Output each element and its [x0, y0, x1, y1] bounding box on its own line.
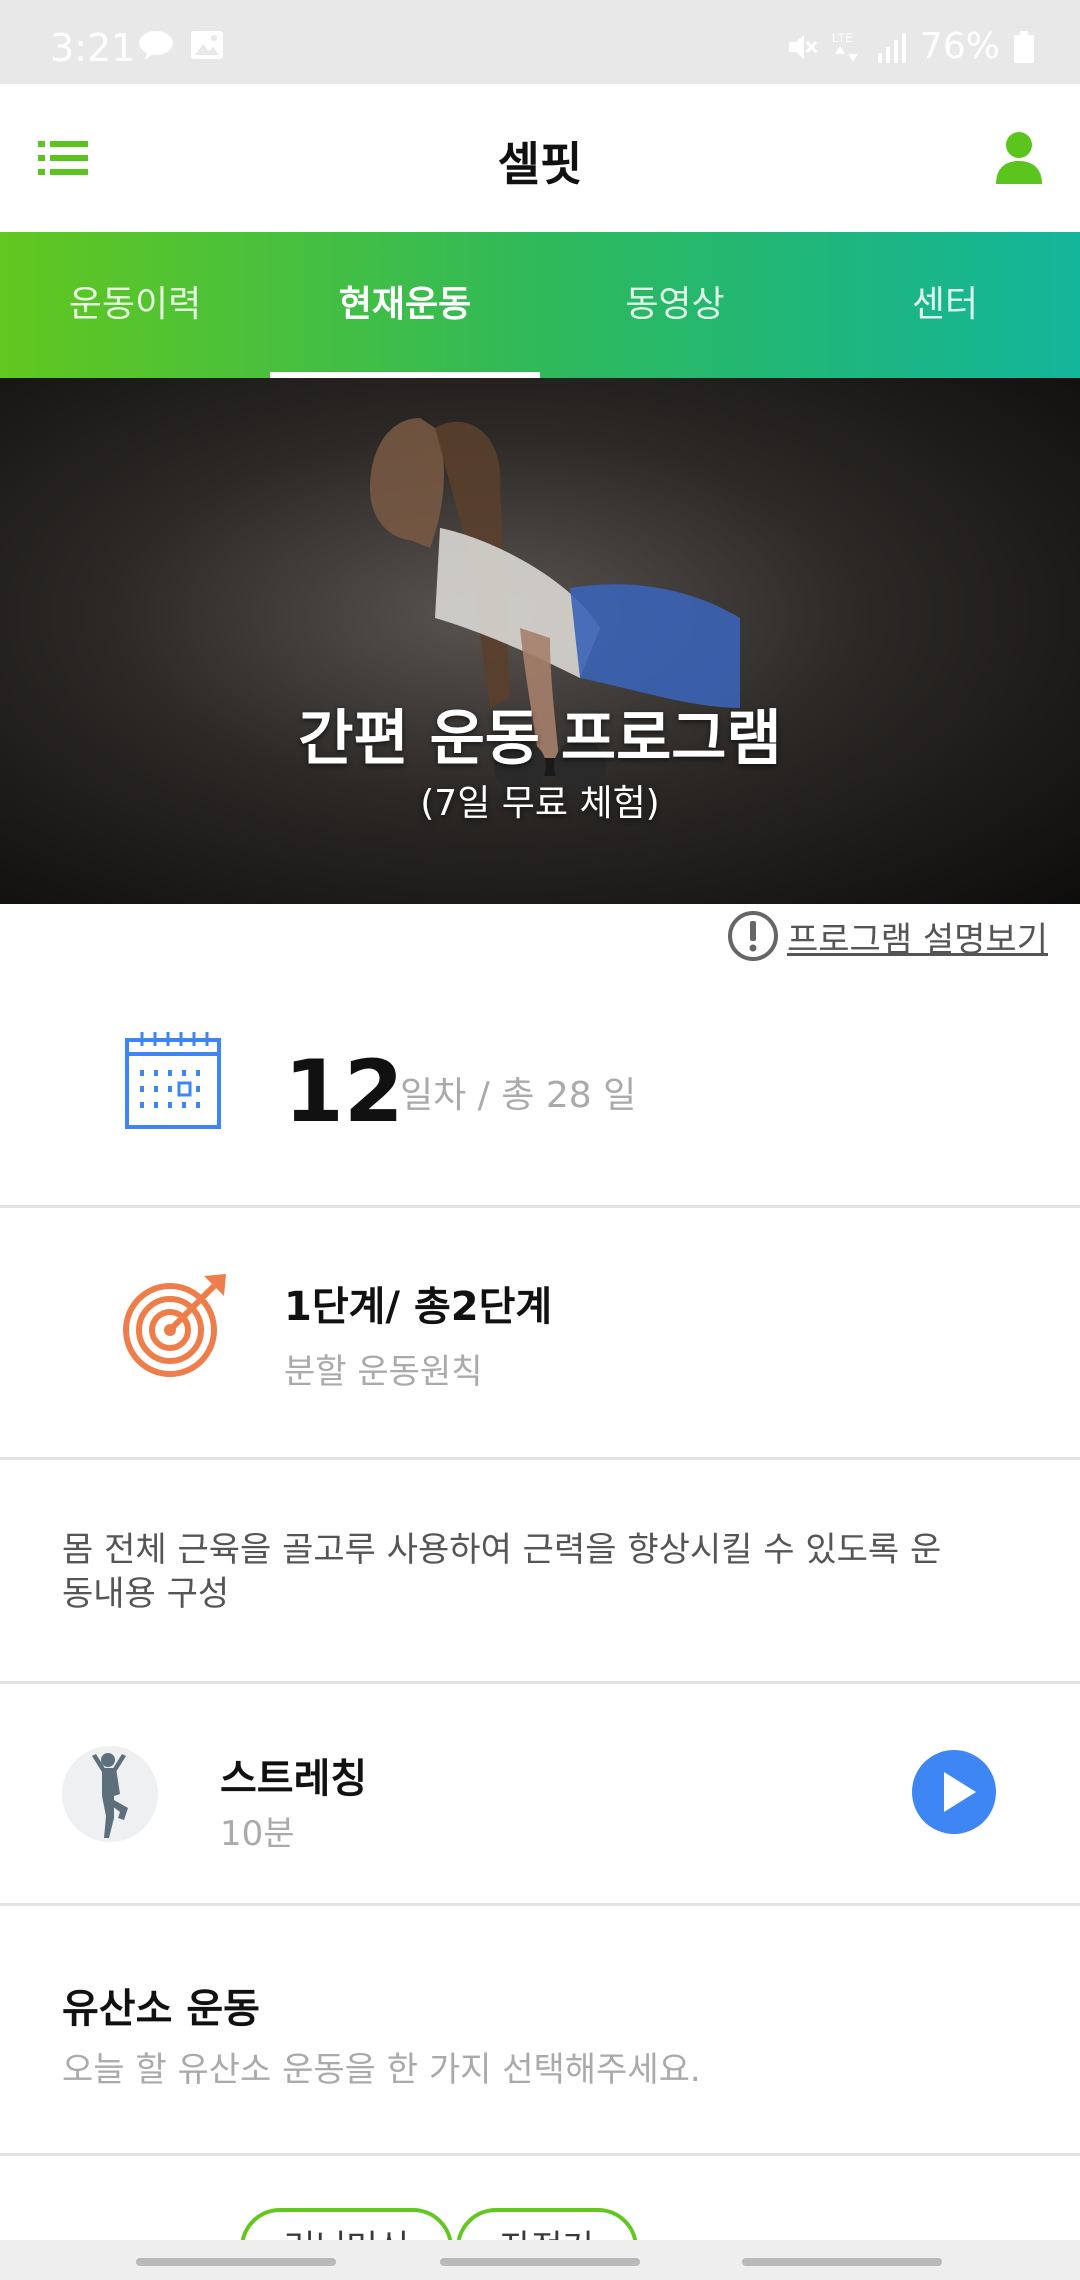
status-bar: 3:21 LTE 76%	[0, 0, 1080, 84]
tab-history[interactable]: 운동이력	[0, 232, 270, 378]
nav-home[interactable]	[440, 2258, 640, 2266]
system-nav-bar	[0, 2240, 1080, 2280]
cardio-option-bicycle[interactable]: 자전거	[456, 2208, 638, 2240]
target-icon	[123, 1274, 226, 1377]
tab-bar: 운동이력 현재운동 동영상 센터	[0, 232, 1080, 378]
program-info-label[interactable]: 프로그램 설명보기	[787, 912, 1048, 961]
app-title: 셀핏	[497, 137, 583, 191]
stage-row: 1단계/ 총2단계 분할 운동원칙	[0, 1208, 1080, 1460]
cardio-options: 러닝머신 자전거	[0, 2156, 1080, 2240]
cardio-title: 유산소 운동	[62, 1986, 260, 2032]
cardio-option-treadmill[interactable]: 러닝머신	[240, 2208, 454, 2240]
tab-current-workout[interactable]: 현재운동	[270, 232, 540, 378]
profile-icon[interactable]	[994, 130, 1044, 184]
lte-icon: LTE	[832, 31, 858, 62]
stage-title: 1단계/ 총2단계	[284, 1284, 553, 1330]
current-day-number: 12	[284, 1042, 404, 1142]
nav-recents[interactable]	[136, 2258, 336, 2266]
hero-title: 간편 운동 프로그램	[298, 704, 782, 774]
stretching-figure-icon	[92, 1753, 128, 1838]
play-icon	[944, 1772, 976, 1812]
status-time: 3:21	[50, 26, 136, 70]
stretching-duration: 10분	[220, 1814, 295, 1854]
day-total-label: 일차 / 총 28 일	[400, 1075, 637, 1116]
status-right: LTE 76%	[786, 26, 1034, 67]
battery-percent: 76%	[919, 26, 1000, 67]
stretching-row[interactable]: 스트레칭 10분	[0, 1684, 1080, 1906]
program-description: 몸 전체 근육을 골고루 사용하여 근력을 향상시킬 수 있도록 운동내용 구성	[62, 1530, 942, 1614]
stretching-avatar	[62, 1746, 158, 1842]
image-icon	[191, 31, 223, 59]
cardio-row: 유산소 운동 오늘 할 유산소 운동을 한 가지 선택해주세요.	[0, 1906, 1080, 2156]
battery-icon	[1014, 30, 1034, 63]
mute-icon	[788, 34, 818, 59]
hero-banner[interactable]: 간편 운동 프로그램 (7일 무료 체험)	[0, 378, 1080, 904]
calendar-icon	[125, 1032, 221, 1129]
cardio-subtitle: 오늘 할 유산소 운동을 한 가지 선택해주세요.	[62, 2050, 701, 2090]
tab-videos[interactable]: 동영상	[540, 232, 810, 378]
tab-center[interactable]: 센터	[810, 232, 1080, 378]
hero-subtitle: (7일 무료 체험)	[420, 783, 660, 824]
stage-subtitle: 분할 운동원칙	[284, 1352, 483, 1392]
nav-back[interactable]	[742, 2258, 942, 2266]
svg-text:LTE: LTE	[832, 31, 853, 45]
stretching-title: 스트레칭	[220, 1756, 368, 1802]
day-progress-row: 12 일차 / 총 28 일	[0, 974, 1080, 1208]
stretching-play-button[interactable]	[912, 1750, 996, 1834]
app-bar: 셀핏	[0, 84, 1080, 232]
program-info-link[interactable]: 프로그램 설명보기	[727, 908, 1048, 964]
signal-icon	[877, 32, 906, 63]
program-description-row: 몸 전체 근육을 골고루 사용하여 근력을 향상시킬 수 있도록 운동내용 구성	[0, 1460, 1080, 1684]
talk-icon	[139, 31, 173, 60]
info-alert-icon	[727, 911, 778, 961]
